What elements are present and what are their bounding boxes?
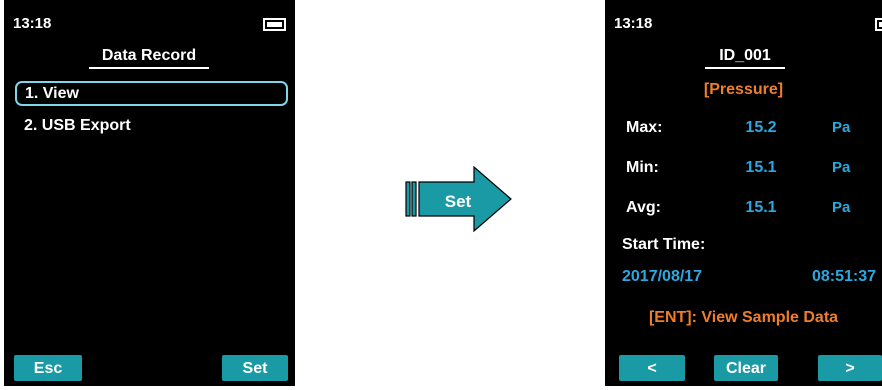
clock-time: 13:18: [13, 15, 52, 32]
battery-full-icon: [263, 18, 286, 31]
data-record-screen: 13:18 Data Record 1. View 2. USB Export …: [4, 0, 295, 386]
arrow-stripe-1: [405, 181, 411, 217]
clear-button[interactable]: Clear: [714, 355, 778, 381]
next-button[interactable]: >: [818, 355, 882, 381]
view-sample-data-hint: [ENT]: View Sample Data: [648, 309, 839, 326]
min-value: 15.1: [745, 159, 777, 176]
screen-title: Data Record: [89, 47, 209, 69]
record-id-title: ID_001: [705, 47, 785, 69]
start-time-label: Start Time:: [622, 236, 706, 253]
category-label: [Pressure]: [703, 81, 784, 98]
start-date: 2017/08/17: [622, 268, 703, 285]
max-label: Max:: [626, 119, 663, 136]
arrow-stripe-2: [411, 181, 417, 217]
max-unit: Pa: [832, 119, 851, 136]
arrow-label: Set: [445, 192, 472, 211]
previous-button[interactable]: <: [619, 355, 685, 381]
menu-item-usb-export[interactable]: 2. USB Export: [15, 113, 288, 138]
max-value: 15.2: [745, 119, 777, 136]
record-detail-screen: 13:18 ID_001 [Pressure] Max: 15.2 Pa Min…: [605, 0, 882, 386]
avg-label: Avg:: [626, 199, 661, 216]
right-arrow-icon: Set: [405, 166, 512, 232]
avg-unit: Pa: [832, 199, 851, 216]
set-button[interactable]: Set: [222, 355, 288, 381]
battery-full-icon: [875, 18, 882, 31]
esc-button[interactable]: Esc: [14, 355, 82, 381]
avg-value: 15.1: [745, 199, 777, 216]
min-unit: Pa: [832, 159, 851, 176]
clock-time: 13:18: [614, 15, 653, 32]
menu-item-view[interactable]: 1. View: [15, 81, 288, 106]
start-clock: 08:51:37: [811, 268, 876, 285]
min-label: Min:: [626, 159, 659, 176]
